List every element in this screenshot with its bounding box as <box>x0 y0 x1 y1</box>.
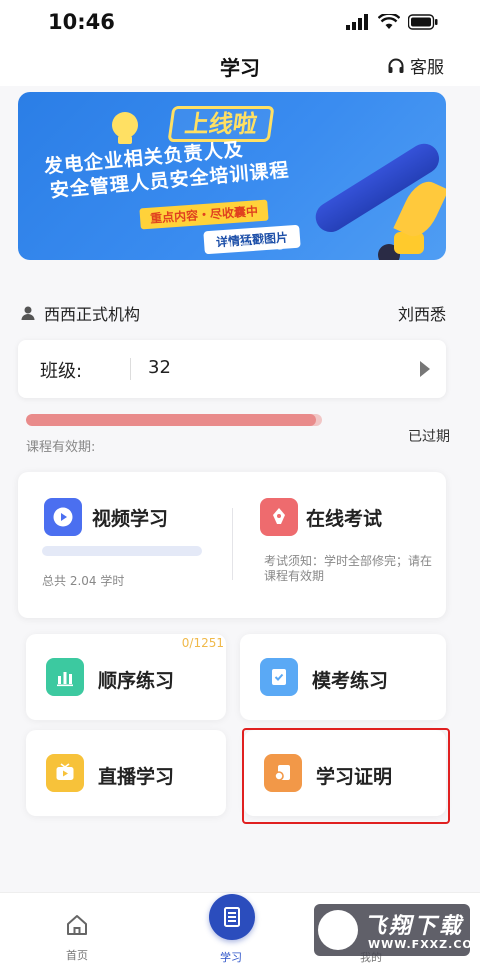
home-icon <box>67 915 87 935</box>
banner-dot[interactable] <box>259 242 267 250</box>
validity-label: 课程有效期: <box>26 440 96 455</box>
video-total-hours: 总共 2.04 学时 <box>42 574 125 588</box>
status-time: 10:46 <box>48 10 115 34</box>
mock-exam-tile[interactable]: 模考练习 <box>240 634 446 720</box>
banner-dot[interactable] <box>225 242 233 250</box>
book-icon <box>224 907 240 927</box>
banner-dot[interactable] <box>208 242 216 250</box>
online-exam-icon[interactable] <box>260 498 298 536</box>
video-progress-bar <box>42 546 202 556</box>
class-selector[interactable]: 班级: 32 <box>18 340 446 398</box>
sequence-practice-icon <box>46 658 84 696</box>
chevron-right-icon[interactable] <box>420 361 430 377</box>
expired-status: 已过期 <box>408 429 450 445</box>
sequence-practice-tile[interactable]: 0/1251 顺序练习 <box>26 634 226 720</box>
watermark-logo <box>318 910 358 950</box>
tab-study[interactable]: 学习 <box>186 949 276 964</box>
class-value: 32 <box>148 357 171 378</box>
org-name-text: 西西正式机构 <box>44 305 141 324</box>
tab-study-label: 学习 <box>220 951 242 964</box>
banner-dot[interactable] <box>276 242 284 250</box>
banner-dot[interactable] <box>242 242 250 250</box>
lightbulb-icon <box>112 112 138 138</box>
live-study-label: 直播学习 <box>98 766 175 788</box>
validity-progress-bar <box>26 414 322 426</box>
tab-home-label: 首页 <box>66 949 88 962</box>
play-icon <box>53 507 73 527</box>
tab-home[interactable]: 首页 <box>32 913 122 963</box>
user-icon <box>21 306 35 320</box>
customer-service-label: 客服 <box>410 58 444 78</box>
headset-icon <box>388 58 404 73</box>
highlight-box <box>242 728 450 824</box>
exam-note: 考试须知：学时全部修完；请在课程有效期 <box>264 554 433 583</box>
status-bar: 10:46 <box>0 0 480 46</box>
org-name: 西西正式机构 <box>20 301 140 325</box>
signal-icon <box>346 14 368 30</box>
study-card: 视频学习 总共 2.04 学时 在线考试 考试须知：学时全部修完；请在课程有效期 <box>18 472 446 618</box>
status-icons <box>346 14 438 30</box>
card-divider <box>232 508 233 580</box>
banner-pagination <box>208 242 284 250</box>
class-divider <box>130 358 131 380</box>
org-row: 西西正式机构 刘西悉 <box>18 300 446 324</box>
mock-exam-label: 模考练习 <box>312 670 389 692</box>
study-tab-button[interactable] <box>209 894 255 940</box>
sequence-count: 0/1251 <box>181 636 224 650</box>
online-exam-title[interactable]: 在线考试 <box>306 504 382 531</box>
validity-progress-fill <box>26 414 317 426</box>
user-name: 刘西悉 <box>397 305 446 324</box>
checklist-icon <box>272 669 286 685</box>
sequence-practice-label: 顺序练习 <box>98 670 175 692</box>
tv-icon <box>56 763 74 780</box>
live-study-icon <box>46 754 84 792</box>
bar-chart-icon <box>57 672 73 687</box>
battery-icon <box>408 14 438 30</box>
live-study-tile[interactable]: 直播学习 <box>26 730 226 816</box>
watermark-brand: 飞翔下载 <box>364 914 465 939</box>
watermark: 飞翔下载 WWW.FXXZ.COM <box>314 904 480 956</box>
video-study-title[interactable]: 视频学习 <box>92 504 168 531</box>
nav-bar: 学习 客服 <box>0 46 480 86</box>
lightbulb-base <box>118 136 132 144</box>
video-study-icon[interactable] <box>44 498 82 536</box>
wifi-icon <box>378 14 400 29</box>
watermark-url: WWW.FXXZ.COM <box>368 938 480 951</box>
mock-exam-icon <box>260 658 298 696</box>
class-label: 班级: <box>40 361 83 382</box>
banner-tag: 重点内容・尽收囊中 <box>139 199 269 230</box>
promo-banner[interactable]: 上线啦 发电企业相关负责人及 安全管理人员安全培训课程 重点内容・尽收囊中 详情… <box>18 92 446 260</box>
pen-icon <box>273 508 285 524</box>
customer-service-button[interactable]: 客服 <box>387 53 444 78</box>
